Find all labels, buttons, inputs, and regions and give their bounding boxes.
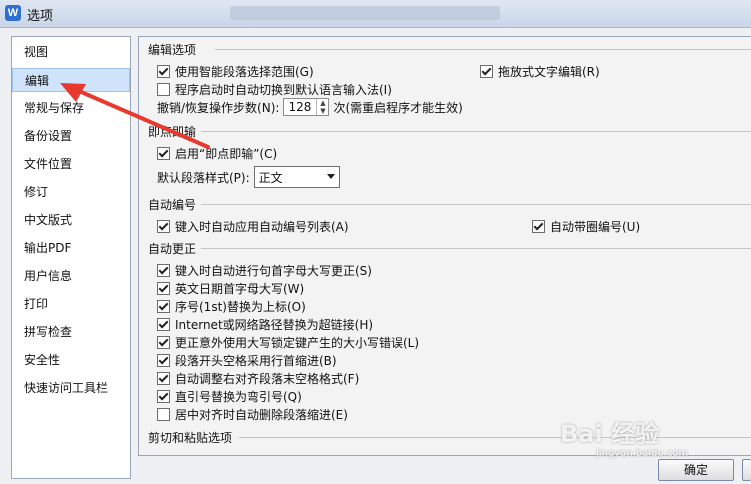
group-divider [201, 248, 751, 249]
drag-drop-option[interactable]: 拖放式文字编辑(R) [480, 63, 600, 80]
auto-ime-label: 程序启动时自动切换到默认语言输入法(I) [175, 83, 392, 97]
ok-button[interactable]: 确定 [658, 459, 734, 481]
cancel-button-partial[interactable] [742, 459, 751, 481]
dropdown-arrow-icon [326, 174, 335, 179]
sidebar-item[interactable]: 编辑 [12, 68, 130, 92]
auto-list-label: 键入时自动应用自动编号列表(A) [175, 220, 349, 234]
spinner-arrows-icon[interactable]: ▲ ▼ [316, 99, 328, 115]
sidebar-item[interactable]: 常规与保存 [12, 96, 130, 120]
auto-correct-checkbox[interactable] [157, 336, 170, 349]
smart-paragraph-option[interactable]: 使用智能段落选择范围(G) [157, 63, 314, 80]
sidebar-item[interactable]: 安全性 [12, 348, 130, 372]
default-style-value: 正文 [258, 170, 283, 185]
sidebar-item[interactable]: 视图 [12, 40, 130, 64]
sidebar-item[interactable]: 文件位置 [12, 152, 130, 176]
auto-correct-option[interactable]: 键入时自动进行句首字母大写更正(S) [157, 262, 372, 279]
sidebar-item[interactable]: 修订 [12, 180, 130, 204]
default-style-row: 默认段落样式(P): 正文 [157, 166, 340, 188]
sidebar-item[interactable]: 中文版式 [12, 208, 130, 232]
group-title-edit-options: 编辑选项 [148, 41, 200, 58]
auto-ime-option[interactable]: 程序启动时自动切换到默认语言输入法(I) [157, 81, 392, 98]
auto-correct-label: 键入时自动进行句首字母大写更正(S) [175, 264, 372, 278]
auto-correct-option[interactable]: 序号(1st)替换为上标(O) [157, 298, 306, 315]
undo-steps-label: 撤销/恢复操作步数(N): [157, 100, 280, 115]
options-sidebar: 视图编辑常规与保存备份设置文件位置修订中文版式输出PDF 用户信息打印拼写检查安全… [11, 36, 131, 479]
auto-correct-label: 直引号替换为弯引号(Q) [175, 390, 302, 404]
auto-correct-label: Internet或网络路径替换为超链接(H) [175, 318, 374, 332]
blurred-title-area [230, 6, 500, 20]
undo-steps-spinner[interactable]: 128 ▲ ▼ [283, 98, 330, 116]
sidebar-item[interactable]: 用户信息 [12, 264, 130, 288]
group-title-instant: 即点即输 [148, 123, 200, 140]
group-divider [239, 437, 751, 438]
auto-correct-option[interactable]: 直引号替换为弯引号(Q) [157, 388, 302, 405]
auto-correct-label: 段落开头空格采用行首缩进(B) [175, 354, 337, 368]
auto-correct-checkbox[interactable] [157, 372, 170, 385]
instant-enable-checkbox[interactable] [157, 147, 170, 160]
drag-drop-label: 拖放式文字编辑(R) [498, 65, 600, 79]
title-bar: W 选项 [0, 0, 751, 28]
group-divider [201, 131, 751, 132]
sidebar-item[interactable]: 输出PDF [12, 236, 130, 260]
drag-drop-checkbox[interactable] [480, 65, 493, 78]
smart-paragraph-label: 使用智能段落选择范围(G) [175, 65, 314, 79]
auto-correct-option[interactable]: Internet或网络路径替换为超链接(H) [157, 316, 373, 333]
auto-correct-label: 序号(1st)替换为上标(O) [175, 300, 306, 314]
wps-app-icon: W [5, 5, 21, 21]
group-title-cut-paste: 剪切和粘贴选项 [148, 429, 236, 446]
auto-ime-checkbox[interactable] [157, 83, 170, 96]
auto-correct-option[interactable]: 英文日期首字母大写(W) [157, 280, 304, 297]
group-title-auto-correct: 自动更正 [148, 240, 200, 257]
baidu-watermark-url: jingyan.baidu.com [596, 448, 689, 459]
undo-steps-value: 128 [288, 100, 312, 114]
baidu-watermark: Bai 经验 [560, 420, 660, 448]
edit-options-panel: 编辑选项 使用智能段落选择范围(G) 拖放式文字编辑(R) 程序启动时自动切换到… [138, 36, 751, 456]
sidebar-item[interactable]: 打印 [12, 292, 130, 316]
group-divider [201, 204, 751, 205]
sidebar-item[interactable]: 备份设置 [12, 124, 130, 148]
group-divider [215, 49, 751, 50]
auto-correct-label: 更正意外使用大写锁定键产生的大小写错误(L) [175, 336, 420, 350]
circled-number-label: 自动带圈编号(U) [550, 220, 641, 234]
instant-enable-label: 启用“即点即输”(C) [175, 147, 278, 161]
circled-number-option[interactable]: 自动带圈编号(U) [532, 218, 640, 235]
auto-correct-checkbox[interactable] [157, 300, 170, 313]
undo-steps-row: 撤销/恢复操作步数(N): 128 ▲ ▼ 次(需重启程序才能生效) [157, 97, 463, 117]
auto-correct-checkbox[interactable] [157, 408, 170, 421]
auto-list-checkbox[interactable] [157, 220, 170, 233]
group-title-auto-number: 自动编号 [148, 196, 200, 213]
auto-correct-label: 自动调整右对齐段落末空格格式(F) [175, 372, 360, 386]
circled-number-checkbox[interactable] [532, 220, 545, 233]
sidebar-item[interactable]: 拼写检查 [12, 320, 130, 344]
auto-correct-label: 英文日期首字母大写(W) [175, 282, 305, 296]
instant-enable-option[interactable]: 启用“即点即输”(C) [157, 145, 277, 162]
auto-correct-option[interactable]: 段落开头空格采用行首缩进(B) [157, 352, 337, 369]
undo-steps-suffix: 次(需重启程序才能生效) [333, 100, 463, 115]
auto-correct-checkbox[interactable] [157, 264, 170, 277]
window-title: 选项 [27, 9, 54, 24]
default-style-select[interactable]: 正文 [253, 166, 340, 188]
auto-correct-option[interactable]: 自动调整右对齐段落末空格格式(F) [157, 370, 359, 387]
smart-paragraph-checkbox[interactable] [157, 65, 170, 78]
auto-correct-checkbox[interactable] [157, 282, 170, 295]
auto-correct-label: 居中对齐时自动删除段落缩进(E) [175, 408, 348, 422]
auto-correct-checkbox[interactable] [157, 390, 170, 403]
auto-correct-checkbox[interactable] [157, 354, 170, 367]
auto-correct-option[interactable]: 更正意外使用大写锁定键产生的大小写错误(L) [157, 334, 419, 351]
auto-correct-option[interactable]: 居中对齐时自动删除段落缩进(E) [157, 406, 348, 423]
default-style-label: 默认段落样式(P): [157, 170, 250, 185]
auto-correct-checkbox[interactable] [157, 318, 170, 331]
auto-list-option[interactable]: 键入时自动应用自动编号列表(A) [157, 218, 349, 235]
sidebar-item[interactable]: 快速访问工具栏 [12, 376, 130, 400]
